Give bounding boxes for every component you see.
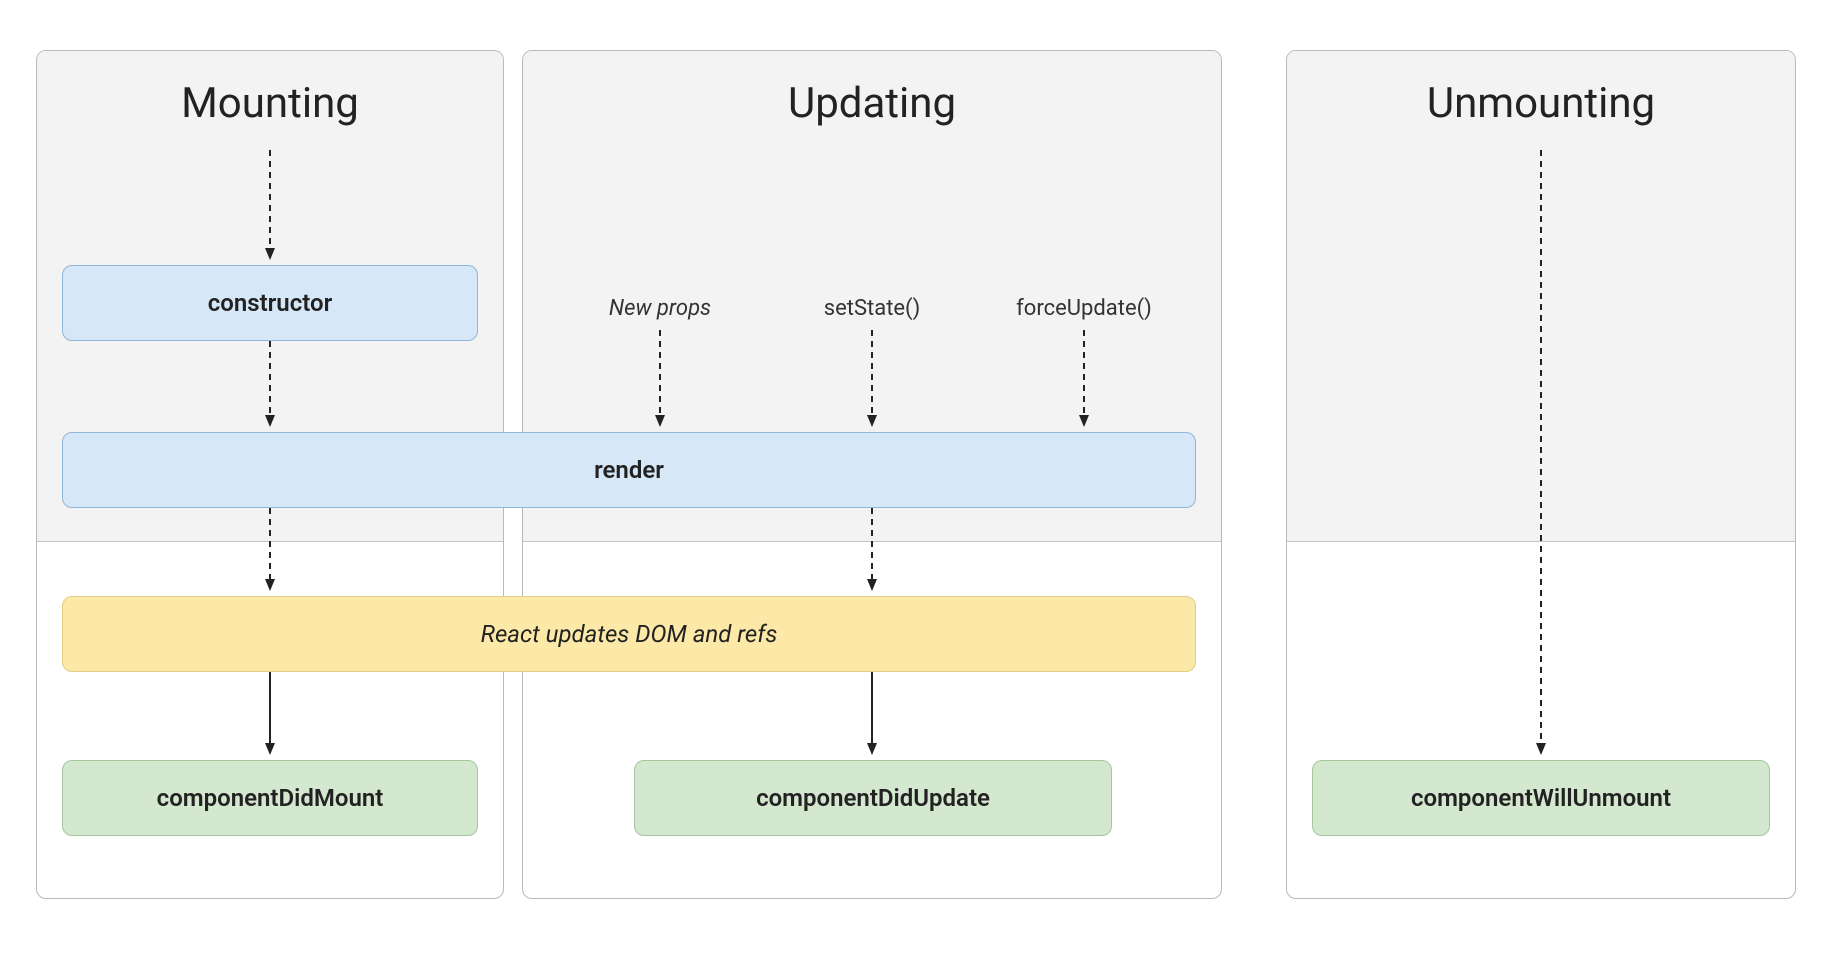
node-dom-update-label: React updates DOM and refs bbox=[481, 620, 778, 648]
column-updating-title: Updating bbox=[523, 51, 1221, 128]
trigger-force-update: forceUpdate() bbox=[1016, 296, 1152, 321]
react-lifecycle-diagram: Mounting Updating Unmounting constructor… bbox=[0, 0, 1831, 961]
column-unmounting-top: Unmounting bbox=[1287, 51, 1795, 542]
node-component-did-update: componentDidUpdate bbox=[634, 760, 1112, 836]
node-component-will-unmount: componentWillUnmount bbox=[1312, 760, 1770, 836]
node-render: render bbox=[62, 432, 1196, 508]
node-render-label: render bbox=[594, 456, 664, 484]
node-constructor-label: constructor bbox=[208, 289, 332, 317]
node-component-will-unmount-label: componentWillUnmount bbox=[1411, 784, 1671, 812]
column-unmounting-title: Unmounting bbox=[1287, 51, 1795, 128]
trigger-set-state: setState() bbox=[824, 296, 921, 321]
node-constructor: constructor bbox=[62, 265, 478, 341]
column-mounting-title: Mounting bbox=[37, 51, 503, 128]
trigger-new-props: New props bbox=[609, 296, 711, 321]
node-component-did-mount-label: componentDidMount bbox=[157, 784, 384, 812]
node-dom-update: React updates DOM and refs bbox=[62, 596, 1196, 672]
node-component-did-mount: componentDidMount bbox=[62, 760, 478, 836]
node-component-did-update-label: componentDidUpdate bbox=[756, 784, 990, 812]
